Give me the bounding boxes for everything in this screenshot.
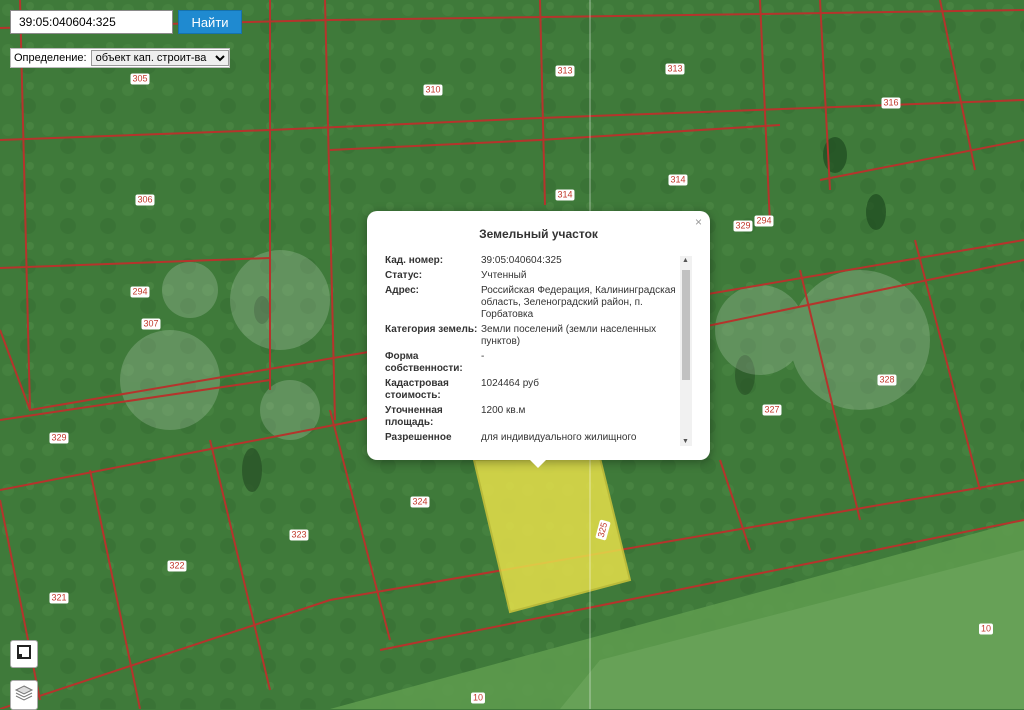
info-key: Адрес:: [385, 285, 419, 296]
square-tool-button[interactable]: [10, 640, 38, 668]
filter-label: Определение:: [14, 52, 87, 64]
parcel-label: 313: [665, 63, 685, 75]
info-row: Адрес: Российская Федерация, Калининград…: [385, 285, 681, 321]
info-key: Кадастровая стоимость:: [385, 378, 449, 401]
scroll-down-icon[interactable]: ▼: [682, 438, 689, 445]
info-value: Учтенный: [481, 270, 527, 281]
layers-button[interactable]: [10, 680, 38, 710]
info-row: Кад. номер: 39:05:040604:325: [385, 255, 681, 267]
search-button[interactable]: Найти: [178, 10, 242, 34]
info-value: -: [481, 351, 485, 362]
parcel-label: 294: [130, 286, 150, 298]
info-key: Кад. номер:: [385, 255, 444, 266]
parcel-label: 310: [423, 84, 443, 96]
info-row: Категория земель: Земли поселений (земли…: [385, 324, 681, 348]
parcel-label: 307: [141, 318, 161, 330]
info-row: Статус: Учтенный: [385, 270, 681, 282]
filter-row: Определение: объект кап. строит-ва: [10, 48, 230, 68]
parcel-label: 305: [130, 73, 150, 85]
parcel-label: 329: [733, 220, 753, 232]
search-input[interactable]: [10, 10, 173, 34]
popup-pointer: [528, 458, 548, 468]
popup-body: Кад. номер: 39:05:040604:325 Статус: Учт…: [385, 255, 681, 447]
parcel-label: 322: [167, 560, 187, 572]
info-value: Земли поселений (земли населенных пункто…: [481, 324, 657, 347]
parcel-label: 324: [410, 496, 430, 508]
parcel-label: 329: [49, 432, 69, 444]
definition-select[interactable]: объект кап. строит-ва: [90, 50, 229, 66]
parcel-label: 314: [555, 189, 575, 201]
layers-icon: [14, 683, 34, 708]
info-value: 1024464 руб: [481, 378, 539, 389]
parcel-label: 10: [470, 692, 486, 704]
parcel-label: 294: [754, 215, 774, 227]
square-icon: [16, 644, 32, 665]
close-icon[interactable]: ×: [695, 215, 702, 229]
info-key: Статус:: [385, 270, 423, 281]
info-row: Форма собственности: -: [385, 351, 681, 375]
parcel-info-popup: Земельный участок × Кад. номер: 39:05:04…: [367, 211, 710, 460]
parcel-label: 323: [289, 529, 309, 541]
parcel-label: 314: [668, 174, 688, 186]
info-value: Российская Федерация, Калининградская об…: [481, 285, 676, 320]
info-row: Кадастровая стоимость: 1024464 руб: [385, 378, 681, 402]
scroll-up-icon[interactable]: ▲: [682, 257, 689, 264]
info-value: 39:05:040604:325: [481, 255, 562, 266]
parcel-label: 306: [135, 194, 155, 206]
parcel-label: 10: [978, 623, 994, 635]
info-row: Разрешенное для индивидуального жилищног…: [385, 432, 681, 444]
parcel-label: 327: [762, 404, 782, 416]
parcel-label: 321: [49, 592, 69, 604]
info-value: 1200 кв.м: [481, 405, 526, 416]
parcel-label: 313: [555, 65, 575, 77]
info-key: Уточненная площадь:: [385, 405, 443, 428]
parcel-label: 316: [881, 97, 901, 109]
popup-title: Земельный участок: [479, 227, 598, 241]
info-value: для индивидуального жилищного: [481, 432, 637, 443]
info-key: Категория земель:: [385, 324, 478, 335]
info-key: Разрешенное: [385, 432, 452, 443]
info-key: Форма собственности:: [385, 351, 463, 374]
info-row: Уточненная площадь: 1200 кв.м: [385, 405, 681, 429]
popup-scrollbar[interactable]: ▲ ▼: [680, 256, 692, 446]
parcel-label: 328: [877, 374, 897, 386]
scroll-thumb[interactable]: [682, 270, 690, 380]
